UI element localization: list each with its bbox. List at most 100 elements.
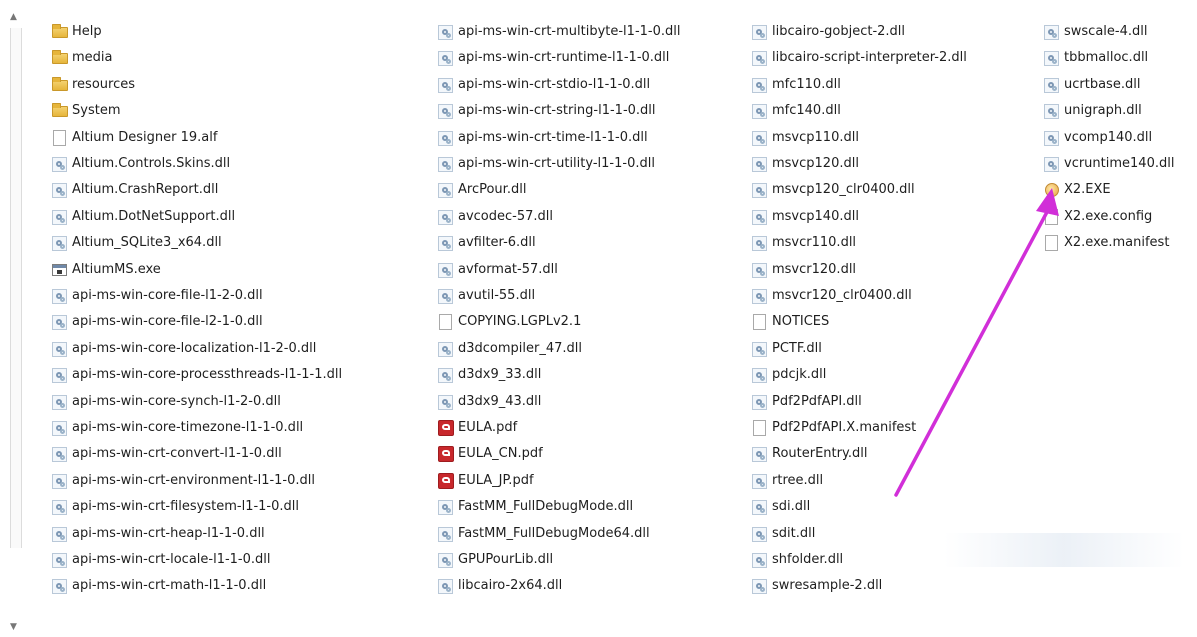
file-item[interactable]: X2.EXE (1044, 179, 1111, 201)
file-item[interactable]: unigraph.dll (1044, 100, 1142, 122)
dll-icon (52, 447, 67, 463)
file-name: api-ms-win-core-file-l2-1-0.dll (72, 314, 263, 330)
file-item[interactable]: api-ms-win-crt-time-l1-1-0.dll (438, 127, 648, 149)
file-item[interactable]: swresample-2.dll (752, 575, 882, 597)
file-name: msvcp120_clr0400.dll (772, 182, 915, 198)
file-name: mfc110.dll (772, 76, 841, 92)
file-name: avfilter-6.dll (458, 235, 536, 251)
file-item[interactable]: ArcPour.dll (438, 179, 526, 201)
file-item[interactable]: api-ms-win-crt-convert-l1-1-0.dll (52, 443, 282, 465)
file-item[interactable]: vcomp140.dll (1044, 127, 1152, 149)
file-item[interactable]: FastMM_FullDebugMode.dll (438, 496, 633, 518)
file-item[interactable]: Altium.CrashReport.dll (52, 179, 218, 201)
file-explorer-window: { "explorer": { "columns": [ { "items": … (0, 0, 1197, 637)
file-item[interactable]: api-ms-win-crt-string-l1-1-0.dll (438, 100, 656, 122)
file-item[interactable]: avformat-57.dll (438, 259, 558, 281)
file-item[interactable]: mfc140.dll (752, 100, 841, 122)
file-item[interactable]: NOTICES (752, 311, 829, 333)
file-item[interactable]: api-ms-win-core-synch-l1-2-0.dll (52, 391, 281, 413)
dll-icon (438, 500, 453, 516)
dll-icon (1044, 51, 1059, 67)
file-item[interactable]: sdit.dll (752, 523, 815, 545)
file-item[interactable]: resources (52, 74, 135, 96)
file-item[interactable]: Pdf2PdfAPI.dll (752, 391, 862, 413)
file-item[interactable]: EULA_CN.pdf (438, 443, 543, 465)
dll-icon (752, 289, 767, 304)
file-name: PCTF.dll (772, 340, 822, 356)
file-item[interactable]: msvcp120_clr0400.dll (752, 179, 915, 201)
scroll-down-arrow-icon[interactable]: ▼ (10, 622, 17, 632)
file-item[interactable]: media (52, 47, 113, 69)
pdf-icon (438, 446, 454, 463)
file-item[interactable]: ucrtbase.dll (1044, 74, 1140, 96)
file-name: X2.exe.config (1064, 208, 1153, 224)
file-item[interactable]: api-ms-win-core-localization-l1-2-0.dll (52, 338, 316, 360)
file-item[interactable]: Altium.DotNetSupport.dll (52, 206, 235, 228)
file-item[interactable]: avcodec-57.dll (438, 206, 553, 228)
file-item[interactable]: api-ms-win-crt-runtime-l1-1-0.dll (438, 47, 669, 69)
file-item[interactable]: avutil-55.dll (438, 285, 535, 307)
file-item[interactable]: d3dcompiler_47.dll (438, 338, 582, 360)
file-item[interactable]: shfolder.dll (752, 549, 843, 571)
file-item[interactable]: msvcr110.dll (752, 232, 856, 254)
file-item[interactable]: Pdf2PdfAPI.X.manifest (752, 417, 916, 439)
file-item[interactable]: X2.exe.config (1044, 206, 1152, 228)
file-name: AltiumMS.exe (72, 261, 161, 277)
dll-icon (438, 209, 453, 225)
dll-icon (438, 341, 453, 357)
file-item[interactable]: Altium_SQLite3_x64.dll (52, 232, 222, 254)
file-item[interactable]: AltiumMS.exe (52, 259, 161, 281)
file-item[interactable]: d3dx9_33.dll (438, 364, 541, 386)
file-item[interactable]: api-ms-win-core-file-l2-1-0.dll (52, 311, 263, 333)
file-item[interactable]: api-ms-win-core-timezone-l1-1-0.dll (52, 417, 303, 439)
file-item[interactable]: Help (52, 21, 102, 43)
file-item[interactable]: api-ms-win-core-file-l1-2-0.dll (52, 285, 263, 307)
file-item[interactable]: api-ms-win-crt-locale-l1-1-0.dll (52, 549, 271, 571)
scroll-up-arrow-icon[interactable]: ▲ (10, 12, 17, 22)
file-item[interactable]: vcruntime140.dll (1044, 153, 1174, 175)
file-item[interactable]: api-ms-win-crt-stdio-l1-1-0.dll (438, 74, 650, 96)
file-name: api-ms-win-crt-filesystem-l1-1-0.dll (72, 499, 300, 515)
file-item[interactable]: msvcr120.dll (752, 259, 856, 281)
file-item[interactable]: api-ms-win-core-processthreads-l1-1-1.dl… (52, 364, 342, 386)
file-item[interactable]: api-ms-win-crt-multibyte-l1-1-0.dll (438, 21, 680, 43)
file-item[interactable]: api-ms-win-crt-filesystem-l1-1-0.dll (52, 496, 299, 518)
file-item[interactable]: avfilter-6.dll (438, 232, 536, 254)
file-item[interactable]: api-ms-win-crt-heap-l1-1-0.dll (52, 523, 265, 545)
vertical-scrollbar[interactable] (10, 28, 22, 548)
file-item[interactable]: EULA_JP.pdf (438, 470, 534, 492)
dll-icon (52, 473, 67, 489)
file-item[interactable]: swscale-4.dll (1044, 21, 1147, 43)
file-item[interactable]: api-ms-win-crt-environment-l1-1-0.dll (52, 470, 315, 492)
file-item[interactable]: Altium Designer 19.alf (52, 127, 217, 149)
file-item[interactable]: X2.exe.manifest (1044, 232, 1169, 254)
file-item[interactable]: api-ms-win-crt-math-l1-1-0.dll (52, 575, 266, 597)
file-name: d3dx9_43.dll (458, 393, 542, 409)
file-item[interactable]: tbbmalloc.dll (1044, 47, 1148, 69)
file-item[interactable]: libcairo-gobject-2.dll (752, 21, 905, 43)
file-item[interactable]: sdi.dll (752, 496, 810, 518)
file-icon (1045, 208, 1058, 225)
file-item[interactable]: msvcr120_clr0400.dll (752, 285, 912, 307)
file-item[interactable]: COPYING.LGPLv2.1 (438, 311, 581, 333)
file-item[interactable]: libcairo-script-interpreter-2.dll (752, 47, 967, 69)
file-item[interactable]: PCTF.dll (752, 338, 822, 360)
file-item[interactable]: msvcp110.dll (752, 127, 859, 149)
file-item[interactable]: msvcp120.dll (752, 153, 859, 175)
file-item[interactable]: Altium.Controls.Skins.dll (52, 153, 230, 175)
file-item[interactable]: RouterEntry.dll (752, 443, 867, 465)
dll-icon (52, 500, 67, 516)
file-item[interactable]: rtree.dll (752, 470, 823, 492)
file-item[interactable]: EULA.pdf (438, 417, 517, 439)
file-item[interactable]: api-ms-win-crt-utility-l1-1-0.dll (438, 153, 655, 175)
file-item[interactable]: System (52, 100, 120, 122)
file-item[interactable]: d3dx9_43.dll (438, 391, 541, 413)
file-item[interactable]: libcairo-2x64.dll (438, 575, 562, 597)
dll-icon (438, 183, 453, 199)
file-item[interactable]: msvcp140.dll (752, 206, 859, 228)
file-name: NOTICES (772, 314, 830, 330)
file-item[interactable]: FastMM_FullDebugMode64.dll (438, 523, 650, 545)
file-item[interactable]: pdcjk.dll (752, 364, 826, 386)
file-item[interactable]: mfc110.dll (752, 74, 841, 96)
file-item[interactable]: GPUPourLib.dll (438, 549, 553, 571)
